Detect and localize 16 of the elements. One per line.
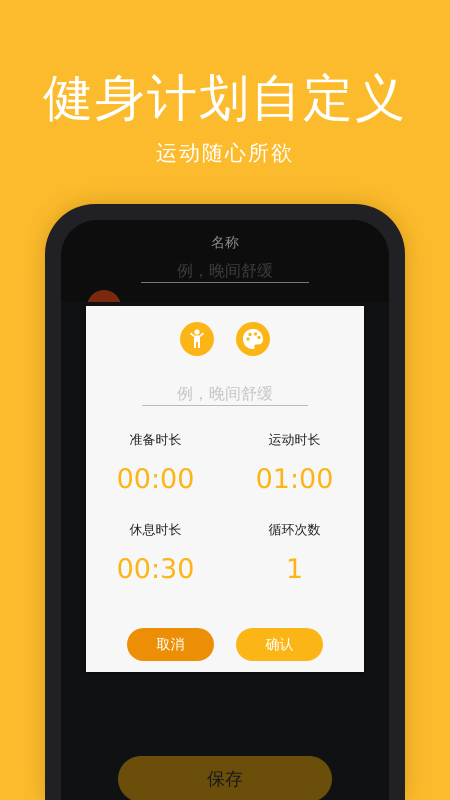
setting-label: 准备时长 [130, 432, 182, 450]
setting-label: 运动时长 [268, 432, 320, 450]
name-label: 名称 [211, 234, 239, 253]
setting-value[interactable]: 00:00 [116, 462, 194, 498]
setting-label: 休息时长 [130, 522, 182, 540]
setting-label: 循环次数 [268, 522, 320, 540]
subheadline: 运动随心所欲 [156, 140, 294, 167]
cancel-button[interactable]: 取消 [127, 628, 214, 661]
save-button[interactable]: 保存 [118, 756, 332, 800]
setting-value[interactable]: 1 [286, 552, 304, 588]
person-icon[interactable] [180, 322, 214, 356]
headline: 健身计划自定义 [43, 68, 407, 129]
setting-value[interactable]: 01:00 [256, 462, 334, 498]
palette-icon[interactable] [236, 322, 270, 356]
confirm-button[interactable]: 确认 [236, 628, 323, 661]
setting-value[interactable]: 00:30 [116, 552, 194, 588]
